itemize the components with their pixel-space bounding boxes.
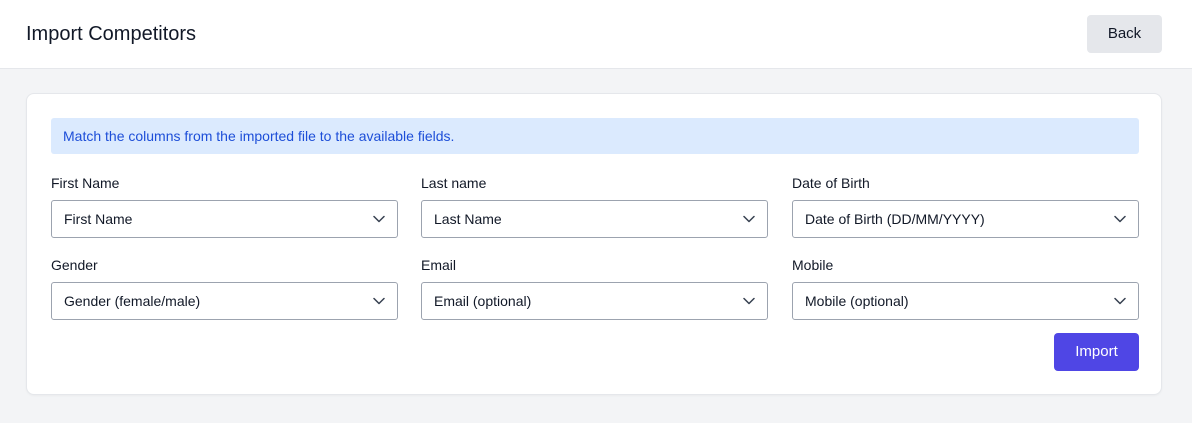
chevron-down-icon — [1114, 215, 1126, 223]
mobile-select[interactable]: Mobile (optional) — [792, 282, 1139, 320]
field-label-first-name: First Name — [51, 175, 120, 191]
first-name-select[interactable]: First Name — [51, 200, 398, 238]
import-card: Match the columns from the imported file… — [26, 93, 1162, 395]
last-name-select-value: Last Name — [434, 211, 502, 227]
email-select[interactable]: Email (optional) — [421, 282, 768, 320]
info-banner: Match the columns from the imported file… — [51, 118, 1139, 154]
field-email: Email Email (optional) — [421, 256, 768, 320]
chevron-down-icon — [1114, 297, 1126, 305]
back-button[interactable]: Back — [1087, 15, 1162, 53]
first-name-select-value: First Name — [64, 211, 133, 227]
mobile-select-value: Mobile (optional) — [805, 293, 909, 309]
chevron-down-icon — [373, 297, 385, 305]
field-date-of-birth: Date of Birth Date of Birth (DD/MM/YYYY) — [792, 174, 1139, 238]
last-name-select[interactable]: Last Name — [421, 200, 768, 238]
chevron-down-icon — [743, 297, 755, 305]
chevron-down-icon — [373, 215, 385, 223]
gender-select[interactable]: Gender (female/male) — [51, 282, 398, 320]
field-mobile: Mobile Mobile (optional) — [792, 256, 1139, 320]
field-first-name: First Name First Name — [51, 174, 398, 238]
import-button[interactable]: Import — [1054, 333, 1139, 371]
field-gender: Gender Gender (female/male) — [51, 256, 398, 320]
chevron-down-icon — [743, 215, 755, 223]
date-of-birth-select-value: Date of Birth (DD/MM/YYYY) — [805, 211, 985, 227]
field-label-email: Email — [421, 257, 457, 273]
field-last-name: Last name Last Name — [421, 174, 768, 238]
field-label-gender: Gender — [51, 257, 98, 273]
field-label-mobile: Mobile — [792, 257, 834, 273]
page-title: Import Competitors — [26, 23, 197, 45]
field-label-date-of-birth: Date of Birth — [792, 175, 870, 191]
email-select-value: Email (optional) — [434, 293, 532, 309]
page-header: Import Competitors Back — [0, 0, 1192, 69]
field-label-last-name: Last name — [421, 175, 487, 191]
gender-select-value: Gender (female/male) — [64, 293, 201, 309]
date-of-birth-select[interactable]: Date of Birth (DD/MM/YYYY) — [792, 200, 1139, 238]
